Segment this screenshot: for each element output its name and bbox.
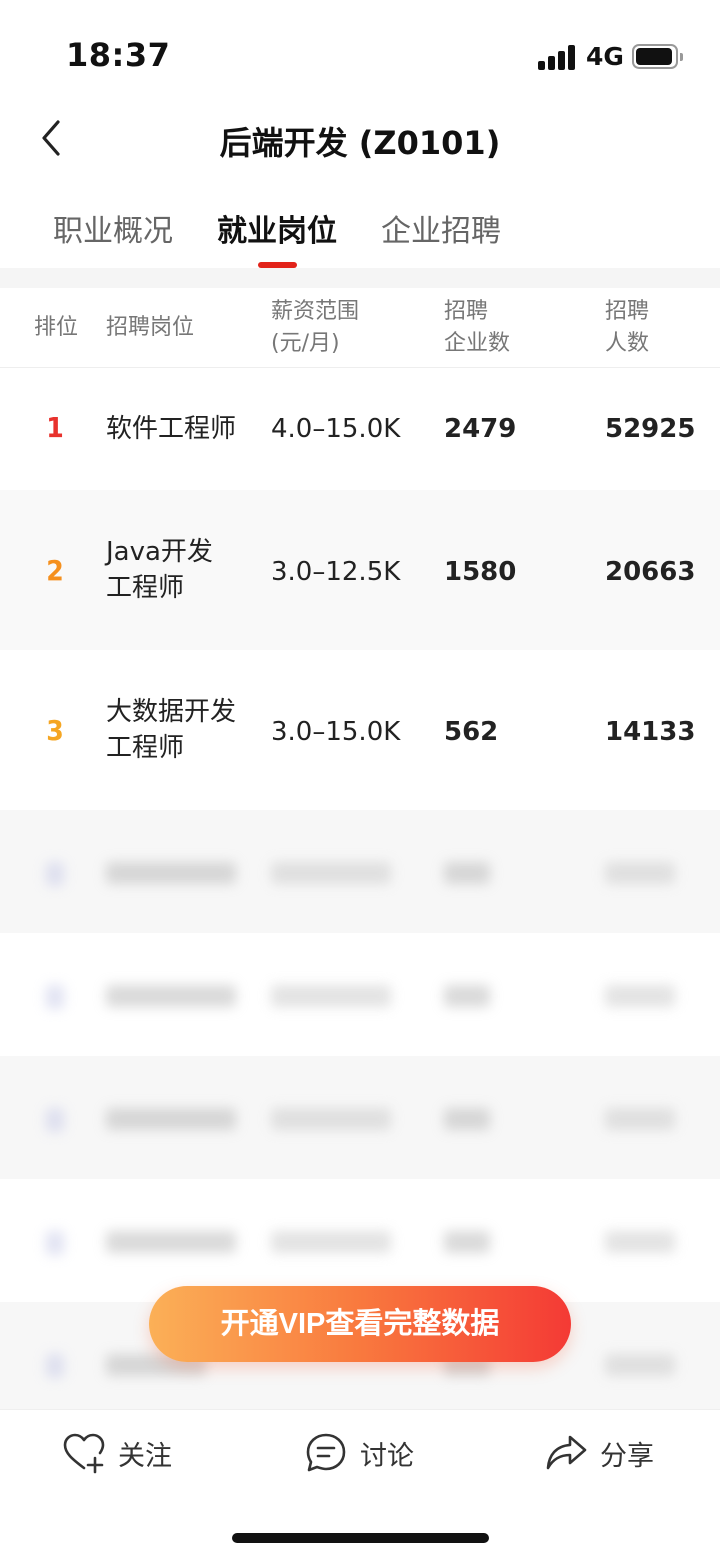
status-time: 18:37 — [66, 36, 171, 74]
company-count: 2479 — [444, 414, 517, 444]
header-position: 招聘岗位 — [106, 315, 195, 340]
header-rank: 排位 — [34, 315, 79, 340]
company-count: 562 — [444, 717, 499, 747]
company-count: 1580 — [444, 557, 517, 587]
rank-number: 2 — [46, 554, 64, 587]
tab-career-overview[interactable]: 职业概况 — [53, 206, 173, 250]
header-salary: 薪资范围 (元/月) — [271, 299, 360, 356]
discuss-label: 讨论 — [360, 1440, 414, 1472]
home-indicator — [232, 1533, 489, 1543]
discuss-button[interactable]: 讨论 — [304, 1430, 414, 1476]
people-count: 52925 — [605, 414, 696, 444]
table-row[interactable]: 2 Java开发 工程师 3.0–12.5K 1580 20663 — [0, 490, 720, 650]
table-header: 排位 招聘岗位 薪资范围 (元/月) 招聘 企业数 招聘 人数 — [0, 288, 720, 368]
salary-range: 3.0–12.5K — [271, 557, 401, 587]
signal-icon — [538, 44, 576, 70]
position-name: 大数据开发 工程师 — [106, 697, 237, 763]
open-vip-button[interactable]: 开通VIP查看完整数据 — [149, 1286, 571, 1362]
follow-button[interactable]: 关注 — [62, 1430, 172, 1476]
status-bar: 18:37 4G — [0, 0, 720, 100]
salary-range: 3.0–15.0K — [271, 717, 401, 747]
share-button[interactable]: 分享 — [544, 1430, 654, 1476]
rank-number: 1 — [46, 411, 64, 444]
chat-bubble-icon — [306, 1433, 346, 1472]
heart-plus-icon — [63, 1433, 105, 1474]
tab-bar: 职业概况 就业岗位 企业招聘 — [0, 196, 720, 268]
section-divider — [0, 268, 720, 288]
people-count: 14133 — [605, 717, 696, 747]
header-people: 招聘 人数 — [605, 299, 650, 356]
follow-label: 关注 — [118, 1440, 172, 1472]
battery-icon — [632, 44, 683, 69]
share-arrow-icon — [546, 1435, 587, 1470]
position-name: Java开发 工程师 — [106, 537, 213, 603]
page-title: 后端开发 (Z0101) — [219, 124, 501, 162]
share-label: 分享 — [600, 1440, 654, 1472]
header: 后端开发 (Z0101) — [0, 100, 720, 180]
tab-company-recruitment[interactable]: 企业招聘 — [381, 206, 501, 250]
rank-number: 3 — [46, 714, 64, 747]
tab-job-positions[interactable]: 就业岗位 — [217, 206, 337, 250]
table-row[interactable]: 3 大数据开发 工程师 3.0–15.0K 562 14133 — [0, 650, 720, 810]
network-type: 4G — [586, 42, 624, 71]
salary-range: 4.0–15.0K — [271, 414, 401, 444]
position-name: 软件工程师 — [106, 414, 237, 444]
people-count: 20663 — [605, 557, 696, 587]
header-companies: 招聘 企业数 — [444, 299, 511, 356]
table-row[interactable]: 1 软件工程师 4.0–15.0K 2479 52925 — [0, 369, 720, 490]
